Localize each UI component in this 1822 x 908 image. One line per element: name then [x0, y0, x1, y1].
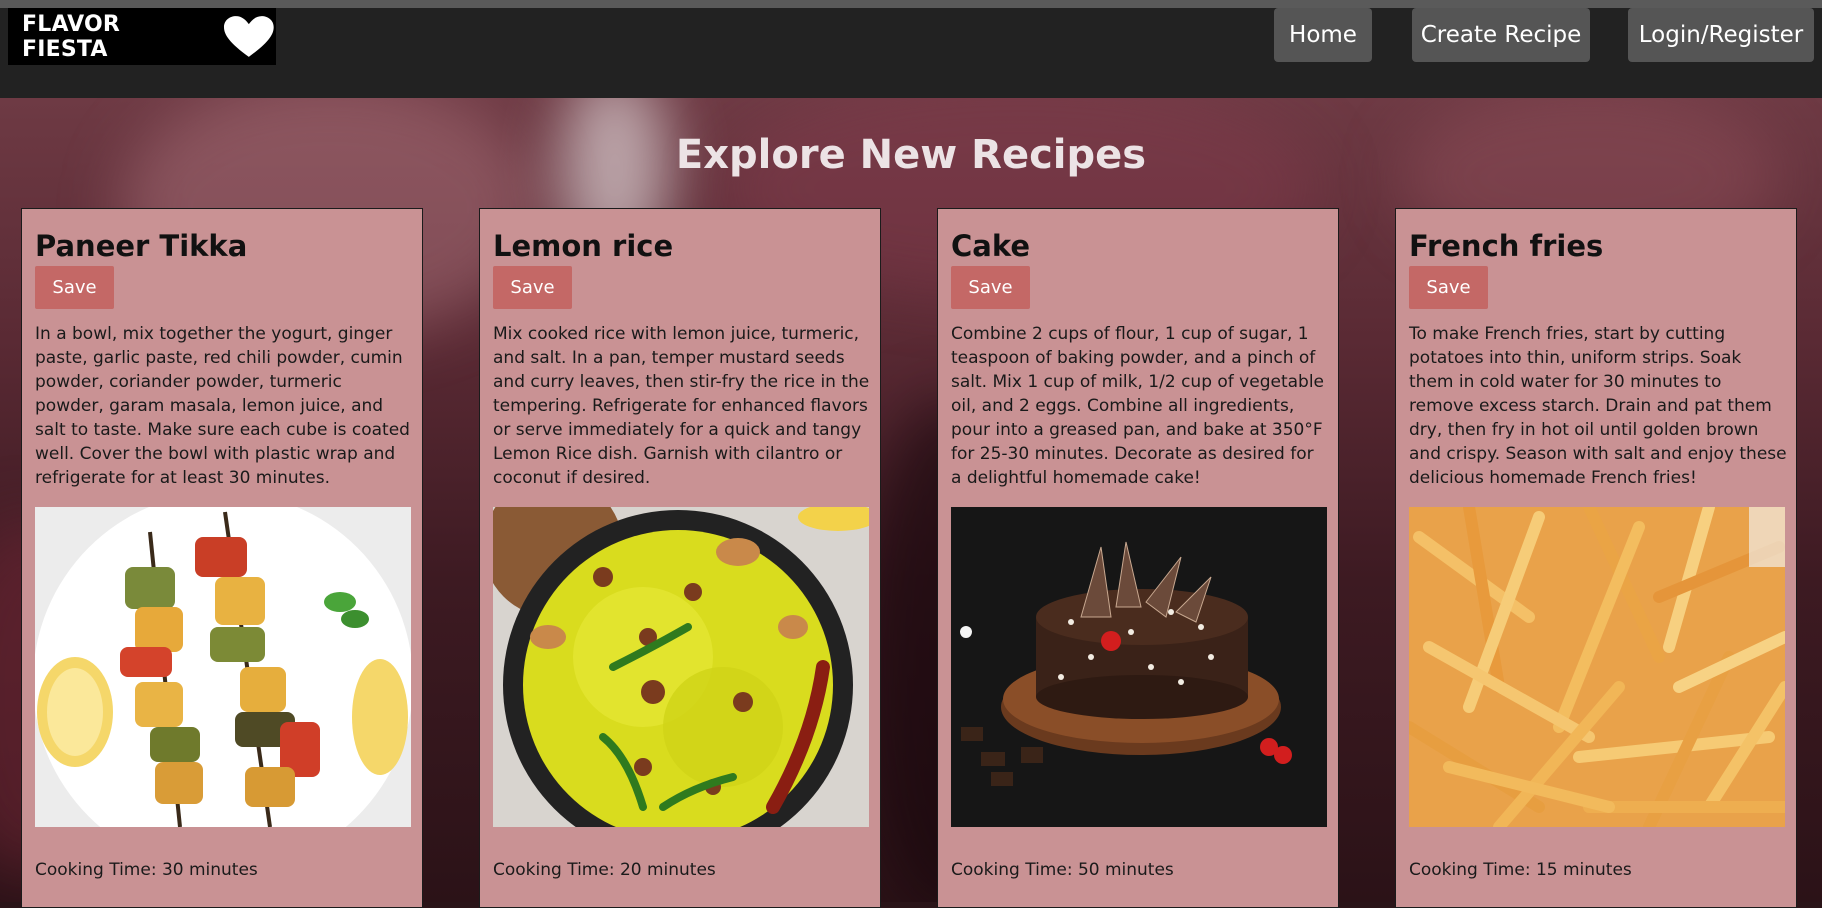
recipe-card-paneer-tikka: Paneer Tikka Save In a bowl, mix togethe…	[21, 208, 423, 908]
save-button[interactable]: Save	[951, 266, 1030, 309]
nav-home-button[interactable]: Home	[1274, 8, 1372, 62]
navbar: FLAVOR FIESTA Home Create Recipe Login/R…	[0, 8, 1822, 98]
recipe-image-lemon-rice	[493, 507, 869, 827]
recipe-description: To make French fries, start by cutting p…	[1409, 324, 1787, 488]
recipe-title: Lemon rice	[493, 229, 674, 263]
recipe-image-french-fries	[1409, 507, 1785, 827]
recipe-card-lemon-rice: Lemon rice Save Mix cooked rice with lem…	[479, 208, 881, 908]
recipe-description: Mix cooked rice with lemon juice, turmer…	[493, 324, 870, 488]
recipe-title: Paneer Tikka	[35, 229, 248, 263]
recipe-title: Cake	[951, 229, 1031, 263]
recipe-image-cake	[951, 507, 1327, 827]
recipe-title: French fries	[1409, 229, 1604, 263]
save-button[interactable]: Save	[35, 266, 114, 309]
cooking-time: Cooking Time: 15 minutes	[1409, 860, 1632, 880]
cooking-time: Cooking Time: 30 minutes	[35, 860, 258, 880]
nav-create-recipe-button[interactable]: Create Recipe	[1412, 8, 1590, 62]
save-button[interactable]: Save	[1409, 266, 1488, 309]
brand-logo[interactable]: FLAVOR FIESTA	[8, 8, 276, 65]
window-top-strip	[0, 0, 1822, 8]
save-button[interactable]: Save	[493, 266, 572, 309]
recipe-image-paneer-tikka	[35, 507, 411, 827]
page-title: Explore New Recipes	[675, 132, 1147, 178]
cooking-time: Cooking Time: 20 minutes	[493, 860, 716, 880]
recipe-description: Combine 2 cups of flour, 1 cup of sugar,…	[951, 324, 1325, 488]
nav-login-register-button[interactable]: Login/Register	[1628, 8, 1814, 62]
heart-icon	[224, 15, 275, 57]
recipe-card-french-fries: French fries Save To make French fries, …	[1395, 208, 1797, 908]
recipe-description: In a bowl, mix together the yogurt, ging…	[35, 324, 410, 488]
recipe-card-cake: Cake Save Combine 2 cups of flour, 1 cup…	[937, 208, 1339, 908]
cooking-time: Cooking Time: 50 minutes	[951, 860, 1174, 880]
brand-name: FLAVOR FIESTA	[22, 11, 121, 62]
